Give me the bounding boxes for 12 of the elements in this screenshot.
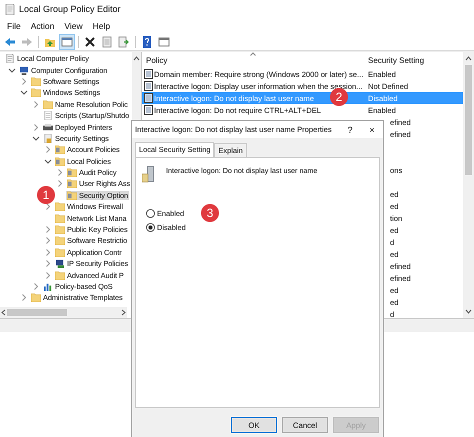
menu-item[interactable]: File — [3, 20, 25, 32]
menu-item[interactable]: Help — [88, 20, 114, 32]
help-button[interactable]: ? — [339, 124, 361, 134]
menu-item[interactable]: View — [60, 20, 87, 32]
close-button[interactable]: × — [361, 124, 383, 134]
column-header[interactable]: Security Setting — [364, 56, 463, 64]
step-badge: 2 — [330, 88, 348, 106]
menu-item[interactable]: Action — [26, 20, 58, 32]
column-header[interactable]: Policy — [142, 56, 364, 64]
window-title: Local Group Policy Editor — [19, 4, 121, 14]
step-badge: 3 — [201, 204, 219, 222]
step-badge: 1 — [37, 186, 55, 204]
